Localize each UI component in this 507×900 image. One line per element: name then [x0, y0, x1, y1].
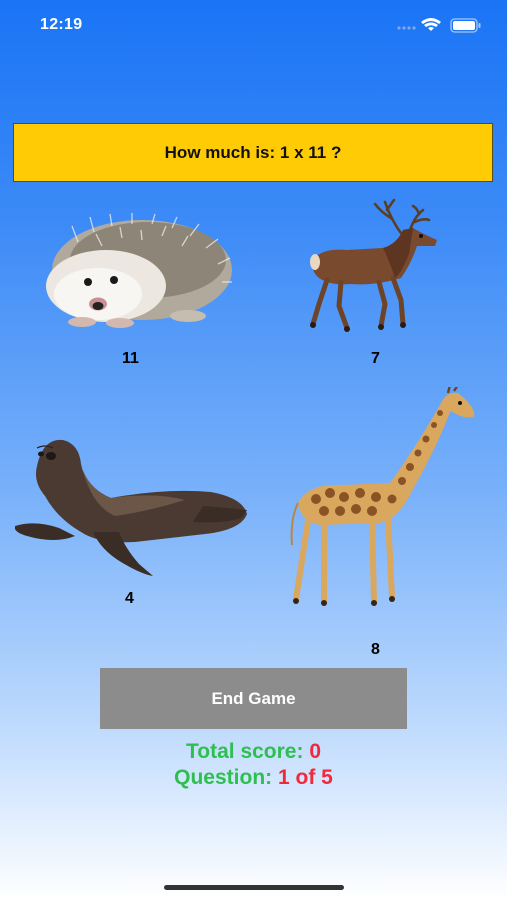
end-game-button[interactable]: End Game — [100, 668, 407, 729]
answer-label[interactable]: 4 — [125, 590, 134, 608]
giraffe-image[interactable] — [280, 387, 480, 609]
question-progress-label: Question: — [174, 766, 273, 789]
hedgehog-image[interactable] — [38, 212, 234, 330]
question-progress-value: 1 of 5 — [277, 766, 333, 789]
deer-image[interactable] — [305, 198, 443, 334]
wifi-icon — [421, 18, 441, 31]
battery-icon — [450, 18, 481, 33]
answer-label[interactable]: 7 — [371, 350, 380, 368]
status-bar: 12:19 — [0, 0, 507, 50]
sea-lion-image[interactable] — [15, 436, 248, 580]
home-indicator[interactable] — [164, 885, 344, 890]
status-icons — [397, 18, 481, 33]
question-text: How much is: 1 x 11 ? — [164, 142, 342, 162]
question-progress-line: Question: 1 of 5 — [0, 766, 507, 790]
cellular-signal-icon — [397, 26, 416, 30]
total-score-line: Total score: 0 — [0, 740, 507, 764]
total-score-value: 0 — [309, 740, 321, 763]
status-time: 12:19 — [40, 16, 83, 33]
answer-label[interactable]: 11 — [122, 350, 139, 368]
total-score-label: Total score: — [186, 740, 304, 763]
answer-label[interactable]: 8 — [371, 641, 380, 659]
question-banner: How much is: 1 x 11 ? — [13, 123, 493, 182]
